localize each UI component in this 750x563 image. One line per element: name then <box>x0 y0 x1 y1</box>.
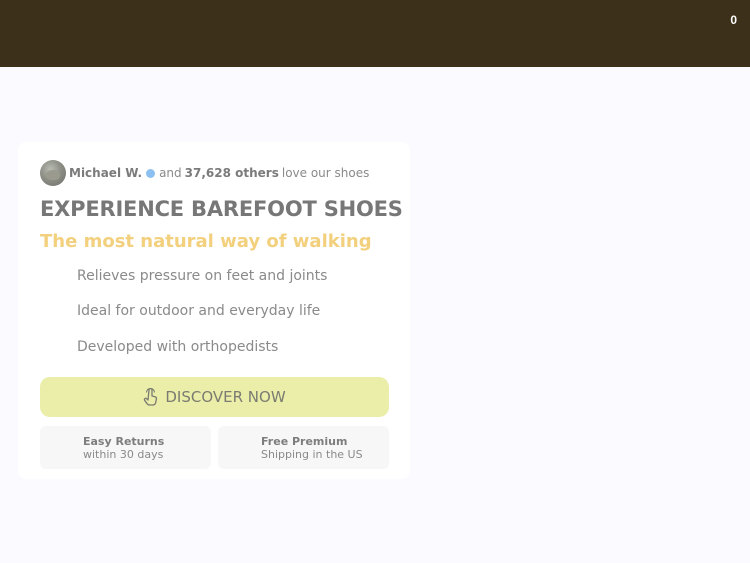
badge-title: Easy Returns <box>83 434 165 448</box>
hero-card: Michael W. and 37,628 others love our sh… <box>18 142 410 479</box>
avatar <box>40 160 66 186</box>
benefit-item: Ideal for outdoor and everyday life <box>77 303 321 319</box>
verified-badge-icon <box>146 168 156 178</box>
badge-subtitle: within 30 days <box>83 447 164 461</box>
badge-subtitle: Shipping in the US <box>261 447 363 461</box>
discover-now-button[interactable]: DISCOVER NOW <box>40 377 389 417</box>
benefit-item: Relieves pressure on feet and joints <box>77 268 328 284</box>
page-subheadline: The most natural way of walking <box>40 231 372 252</box>
reviewer-name: Michael W. <box>69 166 143 180</box>
badge-title: Free Premium <box>261 434 348 448</box>
page-headline: EXPERIENCE BAREFOOT SHOES <box>40 197 403 221</box>
and-text: and <box>159 166 182 180</box>
cta-label: DISCOVER NOW <box>165 388 286 406</box>
hand-pointer-icon <box>143 388 159 406</box>
top-header-bar: 0 <box>0 0 750 67</box>
benefit-item: Developed with orthopedists <box>77 339 279 355</box>
social-proof-suffix: love our shoes <box>281 166 370 180</box>
others-count: 37,628 others <box>184 166 279 180</box>
cart-count-badge[interactable]: 0 <box>730 13 737 27</box>
free-shipping-badge: Free Premium Shipping in the US <box>218 426 389 469</box>
easy-returns-badge: Easy Returns within 30 days <box>40 426 211 469</box>
social-proof: Michael W. and 37,628 others love our sh… <box>40 160 369 186</box>
